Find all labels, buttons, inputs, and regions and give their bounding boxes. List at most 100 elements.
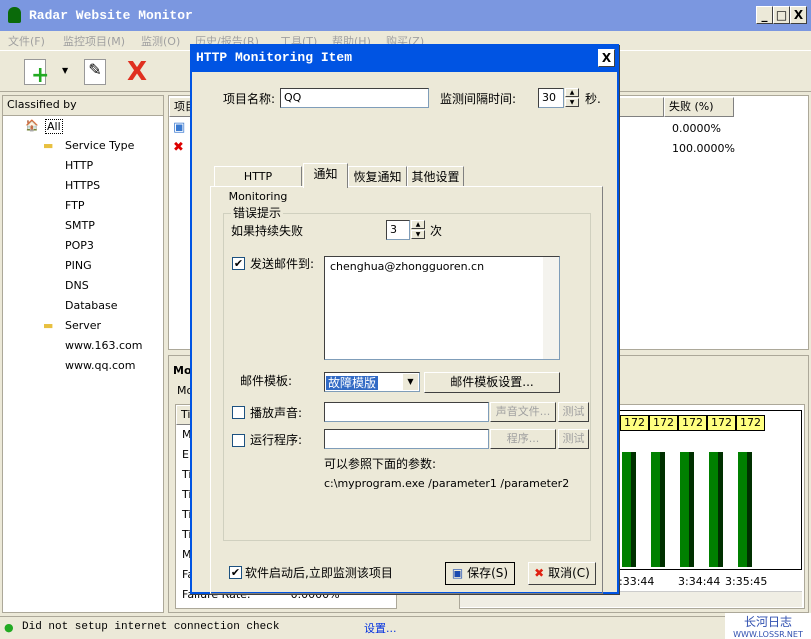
settings-link[interactable]: 设置... bbox=[364, 620, 397, 636]
column-header-fail[interactable]: 失败 (%) bbox=[664, 97, 734, 117]
time-tick: 3:35:45 bbox=[725, 575, 768, 588]
chart-bar bbox=[651, 452, 665, 567]
home-icon: 🏠 bbox=[25, 119, 39, 132]
save-icon: ▣ bbox=[451, 566, 464, 580]
name-input[interactable]: QQ bbox=[280, 88, 429, 108]
tree-item-type[interactable]: DNS bbox=[65, 279, 89, 292]
http-monitoring-dialog: HTTP Monitoring Item X 项目名称: QQ 监测间隔时间: … bbox=[190, 44, 619, 594]
fail-count-label: 如果持续失败 bbox=[231, 224, 304, 238]
info-icon: ● bbox=[4, 621, 14, 634]
fail-rate: 0.0000% bbox=[672, 122, 721, 135]
tree-item-type[interactable]: HTTP bbox=[65, 159, 93, 172]
tab-notify[interactable]: 通知 bbox=[303, 163, 348, 188]
tree-item-type[interactable]: Database bbox=[65, 299, 118, 312]
startup-label: 软件启动后,立即监测该项目 bbox=[245, 566, 393, 580]
template-value: 故障模版 bbox=[326, 376, 379, 390]
dialog-close-button[interactable]: X bbox=[598, 49, 615, 67]
menu-monitor-items[interactable]: 监控项目(M) bbox=[63, 33, 125, 49]
email-checkbox[interactable]: ✔ bbox=[232, 257, 245, 270]
chart-bar bbox=[622, 452, 636, 567]
tree-item-server-host[interactable]: www.qq.com bbox=[65, 359, 135, 372]
sound-label: 播放声音: bbox=[250, 406, 303, 420]
interval-label: 监测间隔时间: bbox=[440, 92, 517, 106]
bar-label: 172 bbox=[620, 415, 649, 431]
sound-checkbox[interactable] bbox=[232, 406, 245, 419]
sound-file-button[interactable]: 声音文件... bbox=[490, 402, 556, 422]
dropdown-arrow-icon[interactable]: ▼ bbox=[62, 66, 68, 75]
template-settings-button[interactable]: 邮件模板设置... bbox=[424, 372, 560, 393]
close-button[interactable]: X bbox=[790, 6, 807, 24]
watermark-logo: 长河日志 WWW.LOSSR.NET bbox=[725, 613, 811, 639]
details-title: Mo bbox=[173, 364, 192, 377]
radar-app-icon bbox=[8, 7, 21, 23]
tab-panel: 错误提示 如果持续失败 3 ▲ ▼ 次 ✔ 发送邮件到: chenghua@zh… bbox=[210, 186, 603, 594]
tree-panel: Classified by 🏠 All ▬ Service Type HTTP … bbox=[2, 95, 164, 613]
fail-count-unit: 次 bbox=[430, 224, 443, 238]
status-ok-icon: ▣ bbox=[173, 120, 186, 135]
chart-bar bbox=[709, 452, 723, 567]
status-bar: ● Did not setup internet connection chec… bbox=[0, 613, 811, 639]
menu-file[interactable]: 文件(F) bbox=[8, 33, 45, 49]
params-example: c:\myprogram.exe /parameter1 /parameter2 bbox=[324, 477, 570, 490]
tree-item-type[interactable]: POP3 bbox=[65, 239, 94, 252]
bar-label: 172 bbox=[649, 415, 678, 431]
program-checkbox[interactable] bbox=[232, 434, 245, 447]
app-title: Radar Website Monitor bbox=[29, 8, 193, 23]
tree-item-type[interactable]: FTP bbox=[65, 199, 85, 212]
status-error-icon: ✖ bbox=[173, 140, 184, 155]
template-select[interactable]: 故障模版 ▼ bbox=[324, 372, 420, 392]
folder-icon: ▬ bbox=[43, 319, 54, 332]
edit-icon[interactable]: ✎ bbox=[84, 59, 106, 85]
tab-recovery-notify[interactable]: 恢复通知 bbox=[348, 166, 407, 187]
tree-item-service-type[interactable]: Service Type bbox=[65, 139, 134, 152]
program-button[interactable]: 程序... bbox=[490, 429, 556, 449]
bar-label: 172 bbox=[678, 415, 707, 431]
delete-icon[interactable]: X bbox=[127, 57, 147, 87]
group-title: 错误提示 bbox=[231, 204, 284, 221]
cancel-icon: ✖ bbox=[534, 566, 545, 580]
email-value: chenghua@zhongguoren.cn bbox=[330, 260, 485, 273]
tree-item-type[interactable]: PING bbox=[65, 259, 92, 272]
maximize-button[interactable]: □ bbox=[773, 6, 790, 24]
name-label: 项目名称: bbox=[223, 92, 276, 106]
program-input[interactable] bbox=[324, 429, 489, 449]
tree-item-type[interactable]: HTTPS bbox=[65, 179, 100, 192]
dialog-title: HTTP Monitoring Item bbox=[192, 44, 617, 72]
email-label: 发送邮件到: bbox=[250, 257, 315, 271]
tree-item-server[interactable]: Server bbox=[65, 319, 101, 332]
interval-input[interactable]: 30 bbox=[538, 88, 564, 108]
fail-rate: 100.0000% bbox=[672, 142, 735, 155]
fail-count-input[interactable]: 3 bbox=[386, 220, 410, 240]
fail-count-down[interactable]: ▼ bbox=[411, 230, 425, 239]
tree-item-type[interactable]: SMTP bbox=[65, 219, 95, 232]
folder-icon: ▬ bbox=[43, 139, 54, 152]
chevron-down-icon[interactable]: ▼ bbox=[403, 374, 418, 390]
minimize-button[interactable]: _ bbox=[756, 6, 773, 24]
tab-http-monitoring[interactable]: HTTP Monitoring bbox=[214, 166, 302, 203]
add-icon[interactable]: + bbox=[24, 59, 49, 87]
interval-down[interactable]: ▼ bbox=[565, 98, 579, 107]
menu-monitor[interactable]: 监测(O) bbox=[141, 33, 180, 49]
interval-unit: 秒. bbox=[585, 92, 601, 106]
cancel-button[interactable]: ✖ 取消(C) bbox=[528, 562, 596, 585]
bar-label: 172 bbox=[707, 415, 736, 431]
textarea-scrollbar[interactable] bbox=[543, 257, 559, 359]
tree-item-all[interactable]: All bbox=[45, 119, 63, 134]
template-label: 邮件模板: bbox=[240, 374, 293, 388]
email-textarea[interactable]: chenghua@zhongguoren.cn bbox=[324, 256, 560, 360]
tab-other-settings[interactable]: 其他设置 bbox=[407, 166, 464, 187]
program-label: 运行程序: bbox=[250, 433, 303, 447]
save-button[interactable]: ▣ 保存(S) bbox=[445, 562, 515, 585]
params-hint: 可以参照下面的参数: bbox=[324, 457, 437, 471]
title-bar: Radar Website Monitor _ □ X bbox=[0, 0, 811, 31]
interval-up[interactable]: ▲ bbox=[565, 88, 579, 97]
status-text: Did not setup internet connection check bbox=[22, 621, 280, 633]
startup-checkbox[interactable]: ✔ bbox=[229, 566, 242, 579]
fail-count-up[interactable]: ▲ bbox=[411, 220, 425, 229]
sound-input[interactable] bbox=[324, 402, 489, 422]
tree-item-server-host[interactable]: www.163.com bbox=[65, 339, 142, 352]
sound-test-button[interactable]: 测试 bbox=[558, 402, 589, 422]
chart-bar bbox=[738, 452, 752, 567]
program-test-button[interactable]: 测试 bbox=[558, 429, 589, 449]
bar-label: 172 bbox=[736, 415, 765, 431]
